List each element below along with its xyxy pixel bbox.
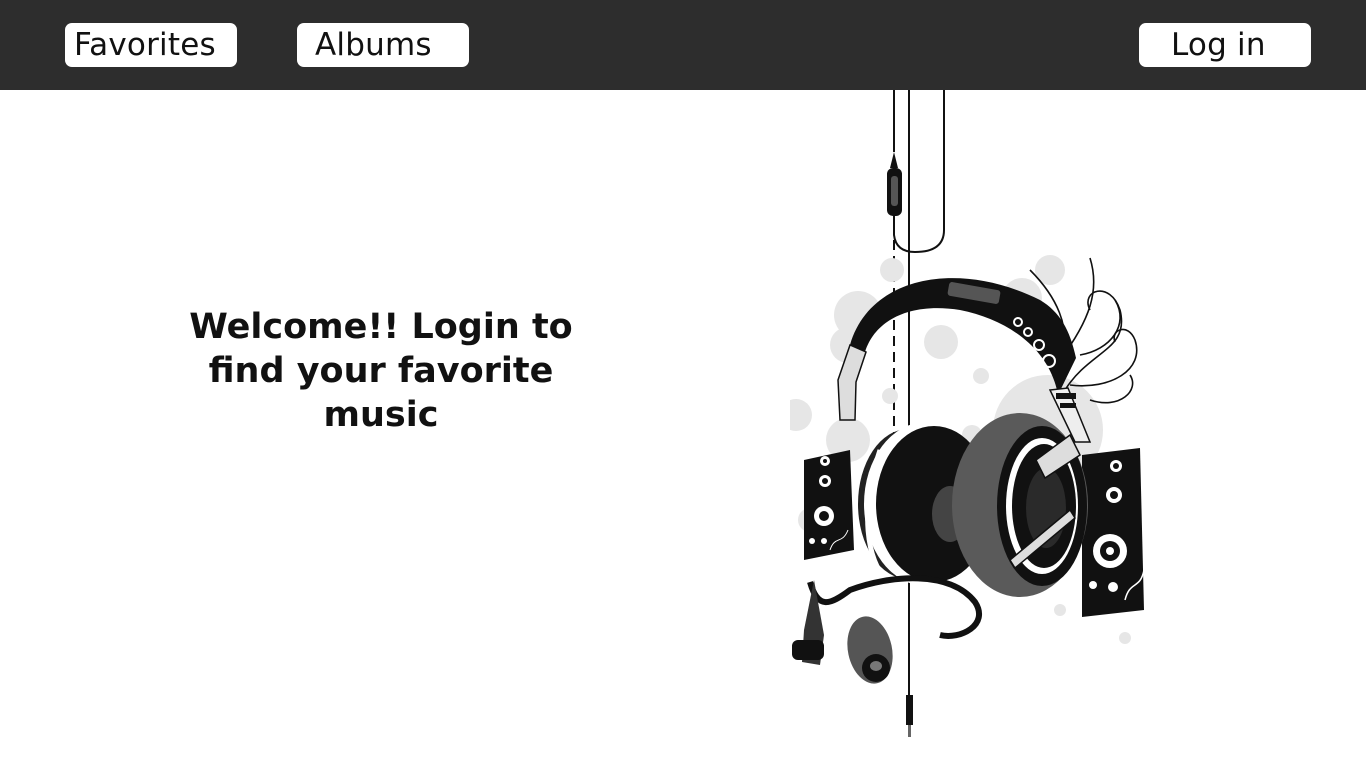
headphones-illustration xyxy=(780,90,1146,740)
top-nav-bar: Favorites Albums Log in xyxy=(0,0,1366,90)
favorites-button[interactable]: Favorites xyxy=(65,23,237,67)
welcome-message: Welcome!! Login to find your favorite mu… xyxy=(189,307,573,435)
login-button[interactable]: Log in xyxy=(1139,23,1311,67)
albums-button[interactable]: Albums xyxy=(297,23,469,67)
headphones-icon xyxy=(780,90,1145,737)
